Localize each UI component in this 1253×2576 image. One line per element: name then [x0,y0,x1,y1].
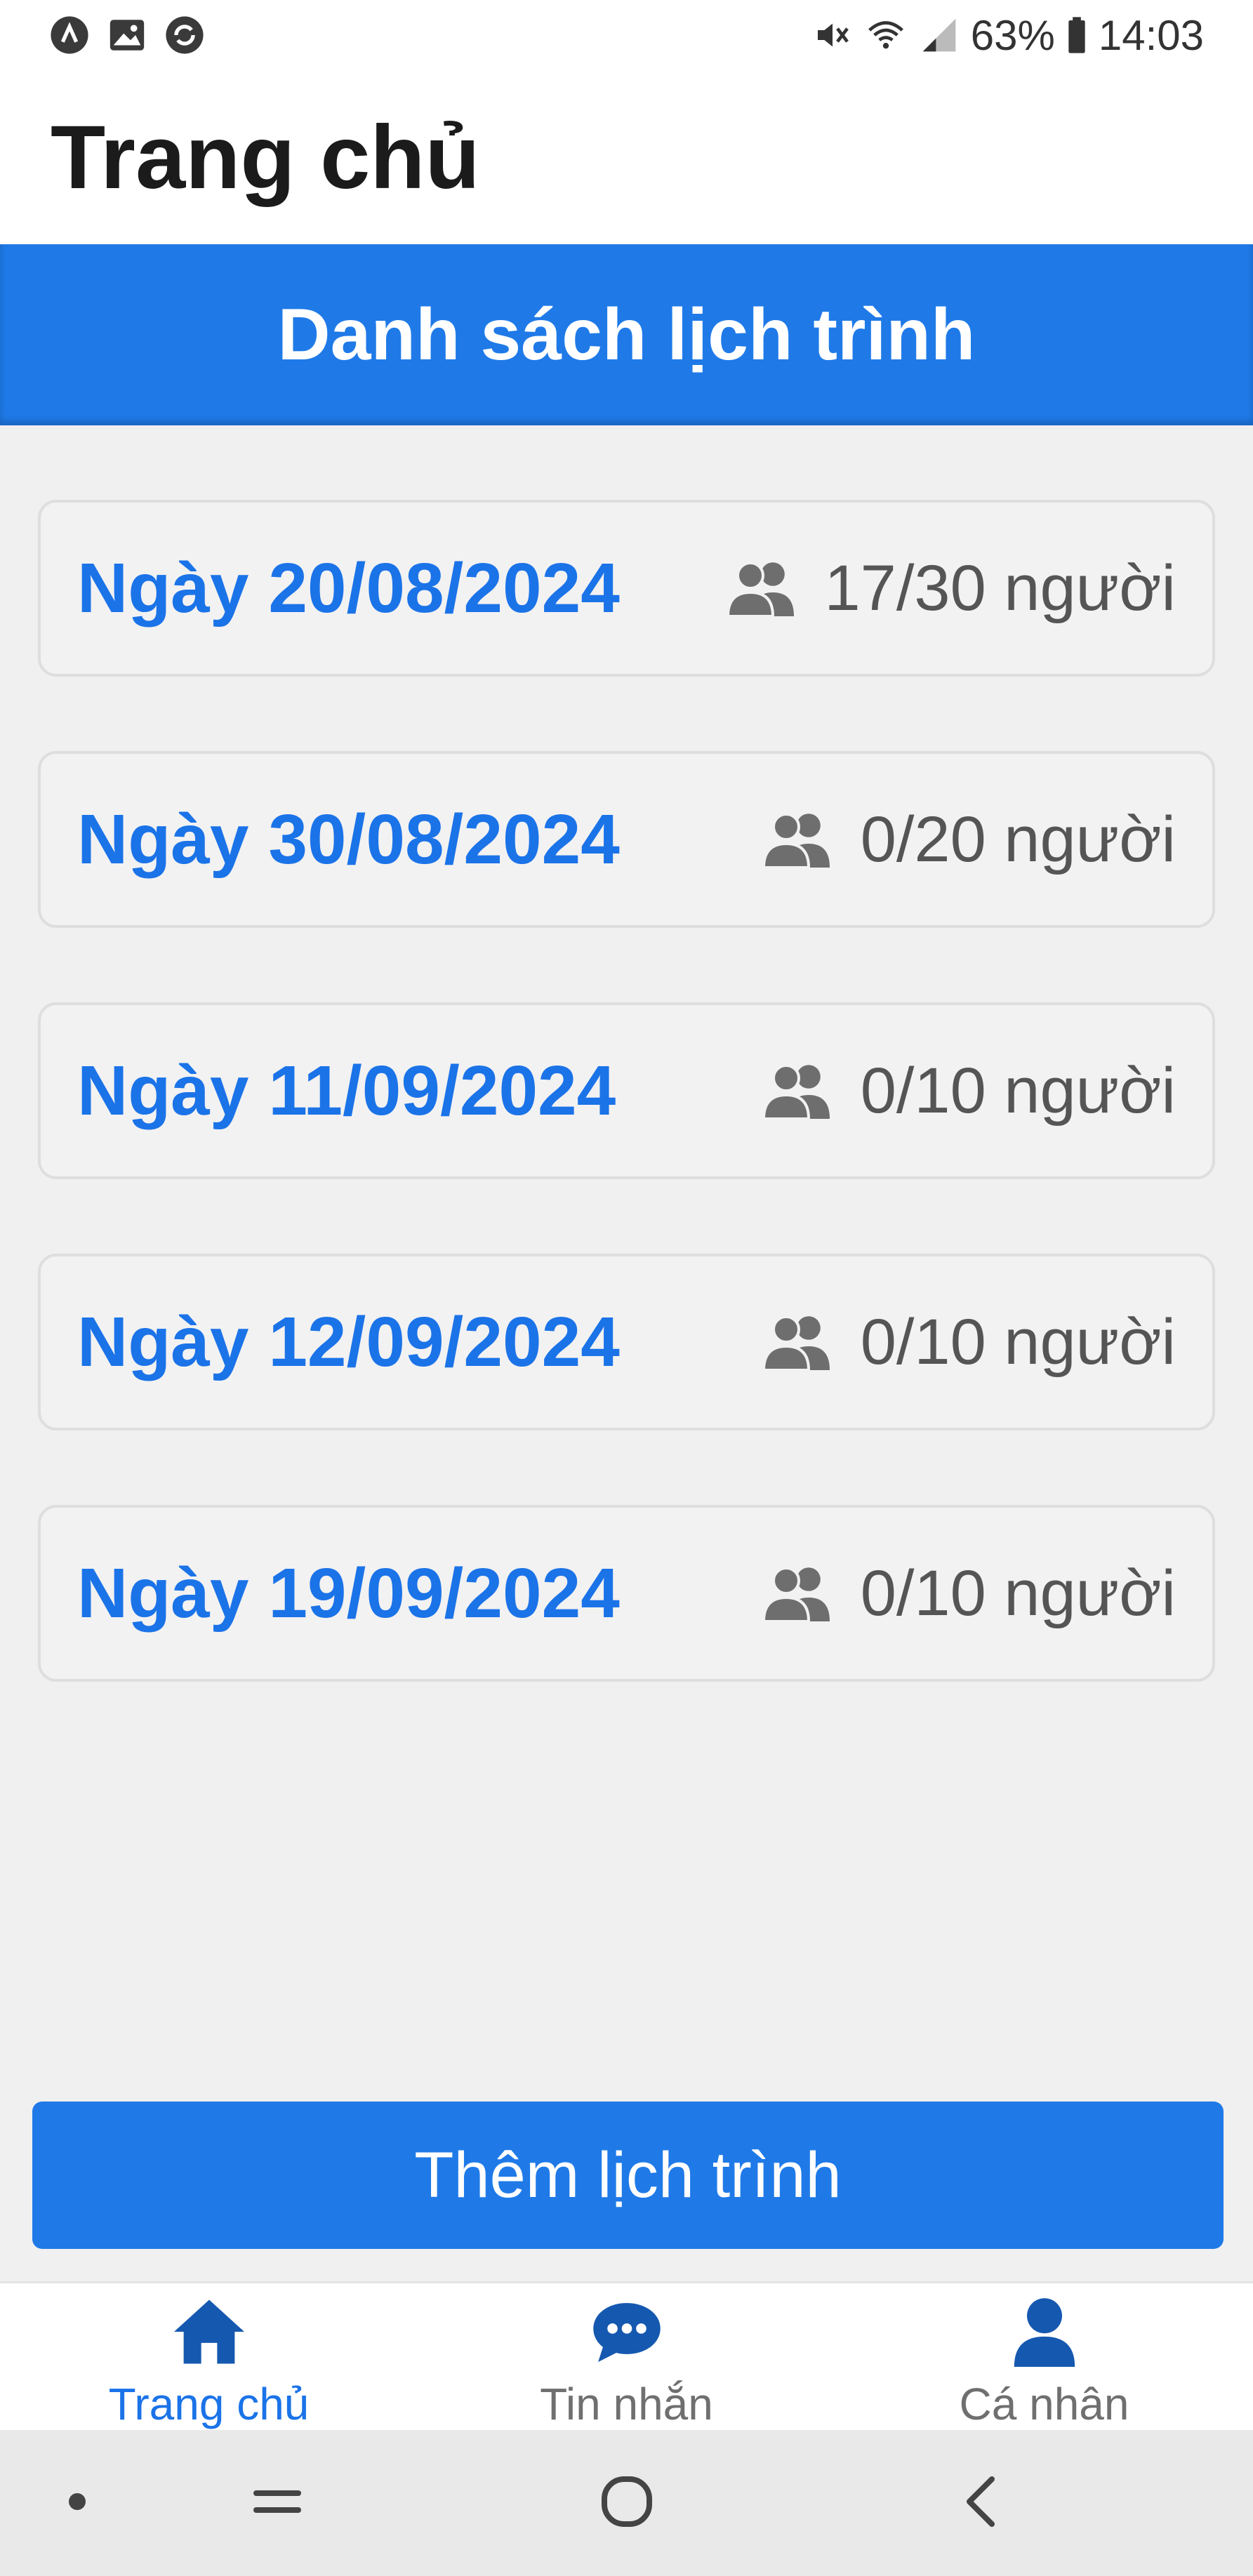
nav-item-home[interactable]: Trang chủ [0,2283,418,2430]
person-icon [1002,2293,1087,2370]
participant-count-text: 0/20 người [860,803,1176,875]
battery-percent: 63% [970,11,1055,59]
section-title: Danh sách lịch trình [277,293,976,376]
chat-icon [585,2293,669,2370]
people-icon [761,809,837,870]
nav-label-messages: Tin nhắn [540,2379,713,2429]
participant-count-text: 0/10 người [860,1306,1176,1378]
schedule-date: Ngày 30/08/2024 [77,799,620,879]
app-header: Trang chủ [0,70,1253,244]
schedule-card[interactable]: Ngày 19/09/2024 0/10 người [38,1505,1215,1682]
people-icon [761,1562,837,1624]
schedule-date: Ngày 12/09/2024 [77,1302,620,1381]
signal-icon [917,15,961,55]
people-icon [761,1311,837,1373]
participant-count: 0/10 người [761,1557,1176,1631]
schedule-card[interactable]: Ngày 20/08/2024 17/30 người [38,500,1215,677]
home-circle-icon [599,2474,655,2533]
battery-icon [1065,15,1089,55]
schedule-date: Ngày 20/08/2024 [77,548,620,628]
nav-item-profile[interactable]: Cá nhân [835,2283,1253,2430]
schedule-date: Ngày 19/09/2024 [77,1553,620,1633]
schedule-list: Ngày 20/08/2024 17/30 người Ngày 30/08/2… [38,500,1215,1756]
participant-count: 0/20 người [761,803,1176,877]
status-bar: 63% 14:03 [0,0,1253,70]
participant-count: 0/10 người [761,1306,1176,1379]
schedule-card[interactable]: Ngày 11/09/2024 0/10 người [38,1002,1215,1179]
clock: 14:03 [1098,11,1204,59]
schedule-card[interactable]: Ngày 30/08/2024 0/20 người [38,751,1215,928]
bottom-nav: Trang chủ Tin nhắn Cá nhân [0,2281,1253,2430]
image-icon [107,15,147,55]
participant-count-text: 17/30 người [824,552,1176,624]
mute-icon [811,15,854,55]
wifi-icon [864,15,908,55]
sync-icon [164,15,205,55]
people-icon [761,1060,837,1122]
schedule-date: Ngày 11/09/2024 [77,1051,616,1130]
home-icon [167,2293,251,2370]
add-schedule-button[interactable]: Thêm lịch trình [32,2102,1224,2249]
app-a-icon [49,15,90,55]
nav-label-profile: Cá nhân [959,2379,1129,2429]
status-right: 63% 14:03 [811,11,1204,60]
people-icon [725,557,801,619]
recent-apps-icon [251,2482,304,2525]
status-left-icons [49,15,205,55]
system-dot-button[interactable] [56,2430,98,2576]
nav-label-home: Trang chủ [108,2379,310,2429]
schedule-card[interactable]: Ngày 12/09/2024 0/10 người [38,1254,1215,1430]
system-nav-bar [0,2430,1253,2576]
dot-icon [67,2491,88,2516]
page-title: Trang chủ [51,107,480,208]
recent-apps-button[interactable] [239,2430,316,2576]
home-system-button[interactable] [583,2430,670,2576]
participant-count: 17/30 người [725,552,1176,625]
add-schedule-label: Thêm lịch trình [414,2139,842,2211]
section-header: Danh sách lịch trình [0,244,1253,425]
participant-count-text: 0/10 người [860,1557,1176,1629]
back-chevron-icon [958,2474,1000,2533]
back-button[interactable] [941,2430,1018,2576]
nav-item-messages[interactable]: Tin nhắn [418,2283,835,2430]
participant-count: 0/10 người [761,1054,1176,1128]
participant-count-text: 0/10 người [860,1054,1176,1127]
